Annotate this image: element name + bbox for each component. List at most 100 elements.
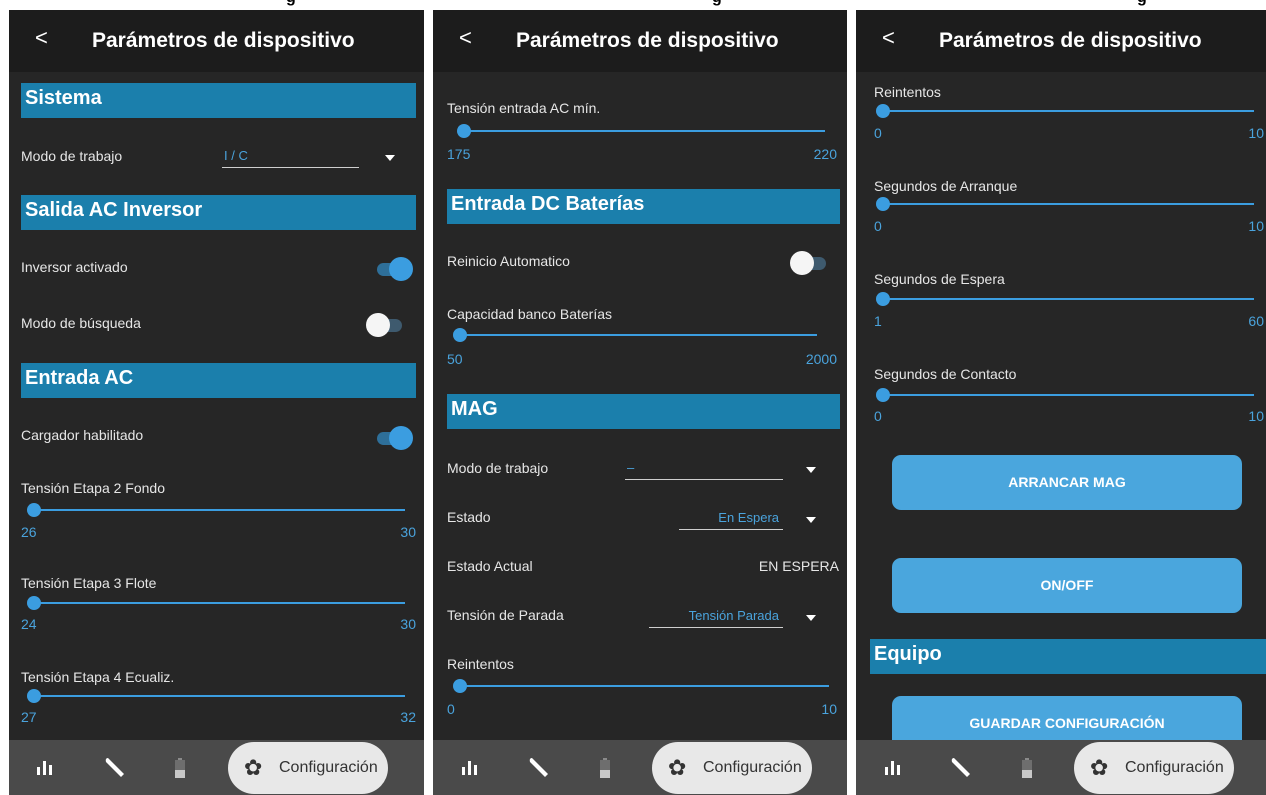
slider-rail xyxy=(882,110,1254,112)
tension-ac-min-max: 220 xyxy=(813,146,837,162)
slider-thumb[interactable] xyxy=(27,596,41,610)
back-button[interactable]: < xyxy=(35,25,48,51)
tension-ac-min-label: Tensión entrada AC mín. xyxy=(447,100,601,116)
slider-thumb[interactable] xyxy=(453,328,467,342)
battery-icon[interactable] xyxy=(600,758,610,778)
cropped-heading-fragment: g xyxy=(286,0,296,7)
toggle-knob xyxy=(790,251,814,275)
etapa2-max: 30 xyxy=(400,524,416,540)
modo-trabajo-select[interactable]: I / C xyxy=(222,146,359,168)
chevron-down-icon[interactable] xyxy=(806,467,816,473)
reintentos-slider[interactable] xyxy=(876,104,1254,118)
slider-thumb[interactable] xyxy=(457,124,471,138)
etapa4-slider[interactable] xyxy=(27,689,405,703)
mag-reintentos-label: Reintentos xyxy=(447,656,514,672)
slider-thumb[interactable] xyxy=(876,197,890,211)
settings-content: Sistema Modo de trabajo I / C Salida AC … xyxy=(9,72,424,740)
slider-thumb[interactable] xyxy=(453,679,467,693)
seg-espera-slider[interactable] xyxy=(876,292,1254,306)
section-header-equipo: Equipo xyxy=(870,639,1266,674)
etapa4-min: 27 xyxy=(21,709,37,725)
wrench-icon[interactable] xyxy=(104,754,128,778)
arrancar-mag-button[interactable]: ARRANCAR MAG xyxy=(892,455,1242,510)
chevron-down-icon[interactable] xyxy=(806,615,816,621)
slider-rail xyxy=(882,394,1254,396)
etapa2-slider[interactable] xyxy=(27,503,405,517)
seg-contacto-min: 0 xyxy=(874,408,882,424)
tab-configuracion-label: Configuración xyxy=(703,759,802,776)
gear-icon: ✿ xyxy=(668,755,687,780)
cropped-heading-fragment: g xyxy=(712,0,722,7)
section-header-entrada-ac: Entrada AC xyxy=(21,363,416,398)
section-header-mag: MAG xyxy=(447,394,840,429)
slider-thumb[interactable] xyxy=(27,503,41,517)
bottom-nav: ✿ Configuración xyxy=(9,740,424,795)
page-title: Parámetros de dispositivo xyxy=(516,29,779,52)
chevron-down-icon[interactable] xyxy=(385,155,395,161)
bar-chart-icon[interactable] xyxy=(884,759,902,775)
on-off-button[interactable]: ON/OFF xyxy=(892,558,1242,613)
estado-actual-value: EN ESPERA xyxy=(758,558,839,574)
app-bar: < Parámetros de dispositivo xyxy=(856,10,1266,72)
reintentos-max: 10 xyxy=(1248,125,1264,141)
back-button[interactable]: < xyxy=(882,25,895,51)
mag-modo-trabajo-select[interactable]: – xyxy=(625,458,783,480)
tension-parada-value: Tensión Parada xyxy=(688,608,779,623)
slider-thumb[interactable] xyxy=(27,689,41,703)
section-header-entrada-dc: Entrada DC Baterías xyxy=(447,189,840,224)
tension-ac-min-slider[interactable] xyxy=(457,124,825,138)
app-bar: < Parámetros de dispositivo xyxy=(9,10,424,72)
seg-contacto-slider[interactable] xyxy=(876,388,1254,402)
back-button[interactable]: < xyxy=(459,25,472,51)
cargador-toggle[interactable] xyxy=(373,426,413,450)
tab-configuracion-label: Configuración xyxy=(279,759,378,776)
bar-chart-icon[interactable] xyxy=(461,759,479,775)
slider-thumb[interactable] xyxy=(876,104,890,118)
estado-select[interactable]: En Espera xyxy=(679,508,783,530)
seg-arranque-label: Segundos de Arranque xyxy=(874,178,1018,194)
capacidad-min: 50 xyxy=(447,351,463,367)
reinicio-label: Reinicio Automatico xyxy=(447,253,570,269)
guardar-configuracion-button[interactable]: GUARDAR CONFIGURACIÓN xyxy=(892,696,1242,740)
etapa3-max: 30 xyxy=(400,616,416,632)
battery-icon[interactable] xyxy=(175,758,185,778)
settings-content: Reintentos 0 10 Segundos de Arranque 0 1… xyxy=(856,72,1266,740)
capacidad-slider[interactable] xyxy=(453,328,817,342)
tension-ac-min-min: 175 xyxy=(447,146,471,162)
tab-configuracion[interactable]: ✿ Configuración xyxy=(652,742,812,794)
etapa3-slider[interactable] xyxy=(27,596,405,610)
bar-chart-icon[interactable] xyxy=(36,759,54,775)
etapa2-label: Tensión Etapa 2 Fondo xyxy=(21,480,165,496)
section-header-sistema: Sistema xyxy=(21,83,416,118)
seg-contacto-label: Segundos de Contacto xyxy=(874,366,1017,382)
slider-rail xyxy=(882,203,1254,205)
bottom-nav: ✿ Configuración xyxy=(856,740,1266,795)
tab-configuracion[interactable]: ✿ Configuración xyxy=(1074,742,1234,794)
gear-icon: ✿ xyxy=(1090,755,1109,780)
busqueda-toggle[interactable] xyxy=(366,313,406,337)
seg-espera-label: Segundos de Espera xyxy=(874,271,1005,287)
mag-reintentos-min: 0 xyxy=(447,701,455,717)
modo-trabajo-value: I / C xyxy=(224,148,248,163)
tab-configuracion[interactable]: ✿ Configuración xyxy=(228,742,388,794)
chevron-down-icon[interactable] xyxy=(806,517,816,523)
slider-thumb[interactable] xyxy=(876,292,890,306)
bottom-nav: ✿ Configuración xyxy=(433,740,847,795)
section-header-salida-ac: Salida AC Inversor xyxy=(21,195,416,230)
reinicio-toggle[interactable] xyxy=(790,251,830,275)
estado-actual-label: Estado Actual xyxy=(447,558,533,574)
battery-icon[interactable] xyxy=(1022,758,1032,778)
wrench-icon[interactable] xyxy=(950,754,974,778)
etapa3-min: 24 xyxy=(21,616,37,632)
tension-parada-select[interactable]: Tensión Parada xyxy=(649,606,783,628)
page-title: Parámetros de dispositivo xyxy=(939,29,1202,52)
inversor-toggle[interactable] xyxy=(373,257,413,281)
slider-thumb[interactable] xyxy=(876,388,890,402)
slider-rail xyxy=(463,130,825,132)
wrench-icon[interactable] xyxy=(528,754,552,778)
seg-arranque-slider[interactable] xyxy=(876,197,1254,211)
mag-reintentos-slider[interactable] xyxy=(453,679,829,693)
screen-2: < Parámetros de dispositivo Tensión entr… xyxy=(433,10,847,795)
slider-rail xyxy=(33,509,405,511)
slider-rail xyxy=(459,334,817,336)
